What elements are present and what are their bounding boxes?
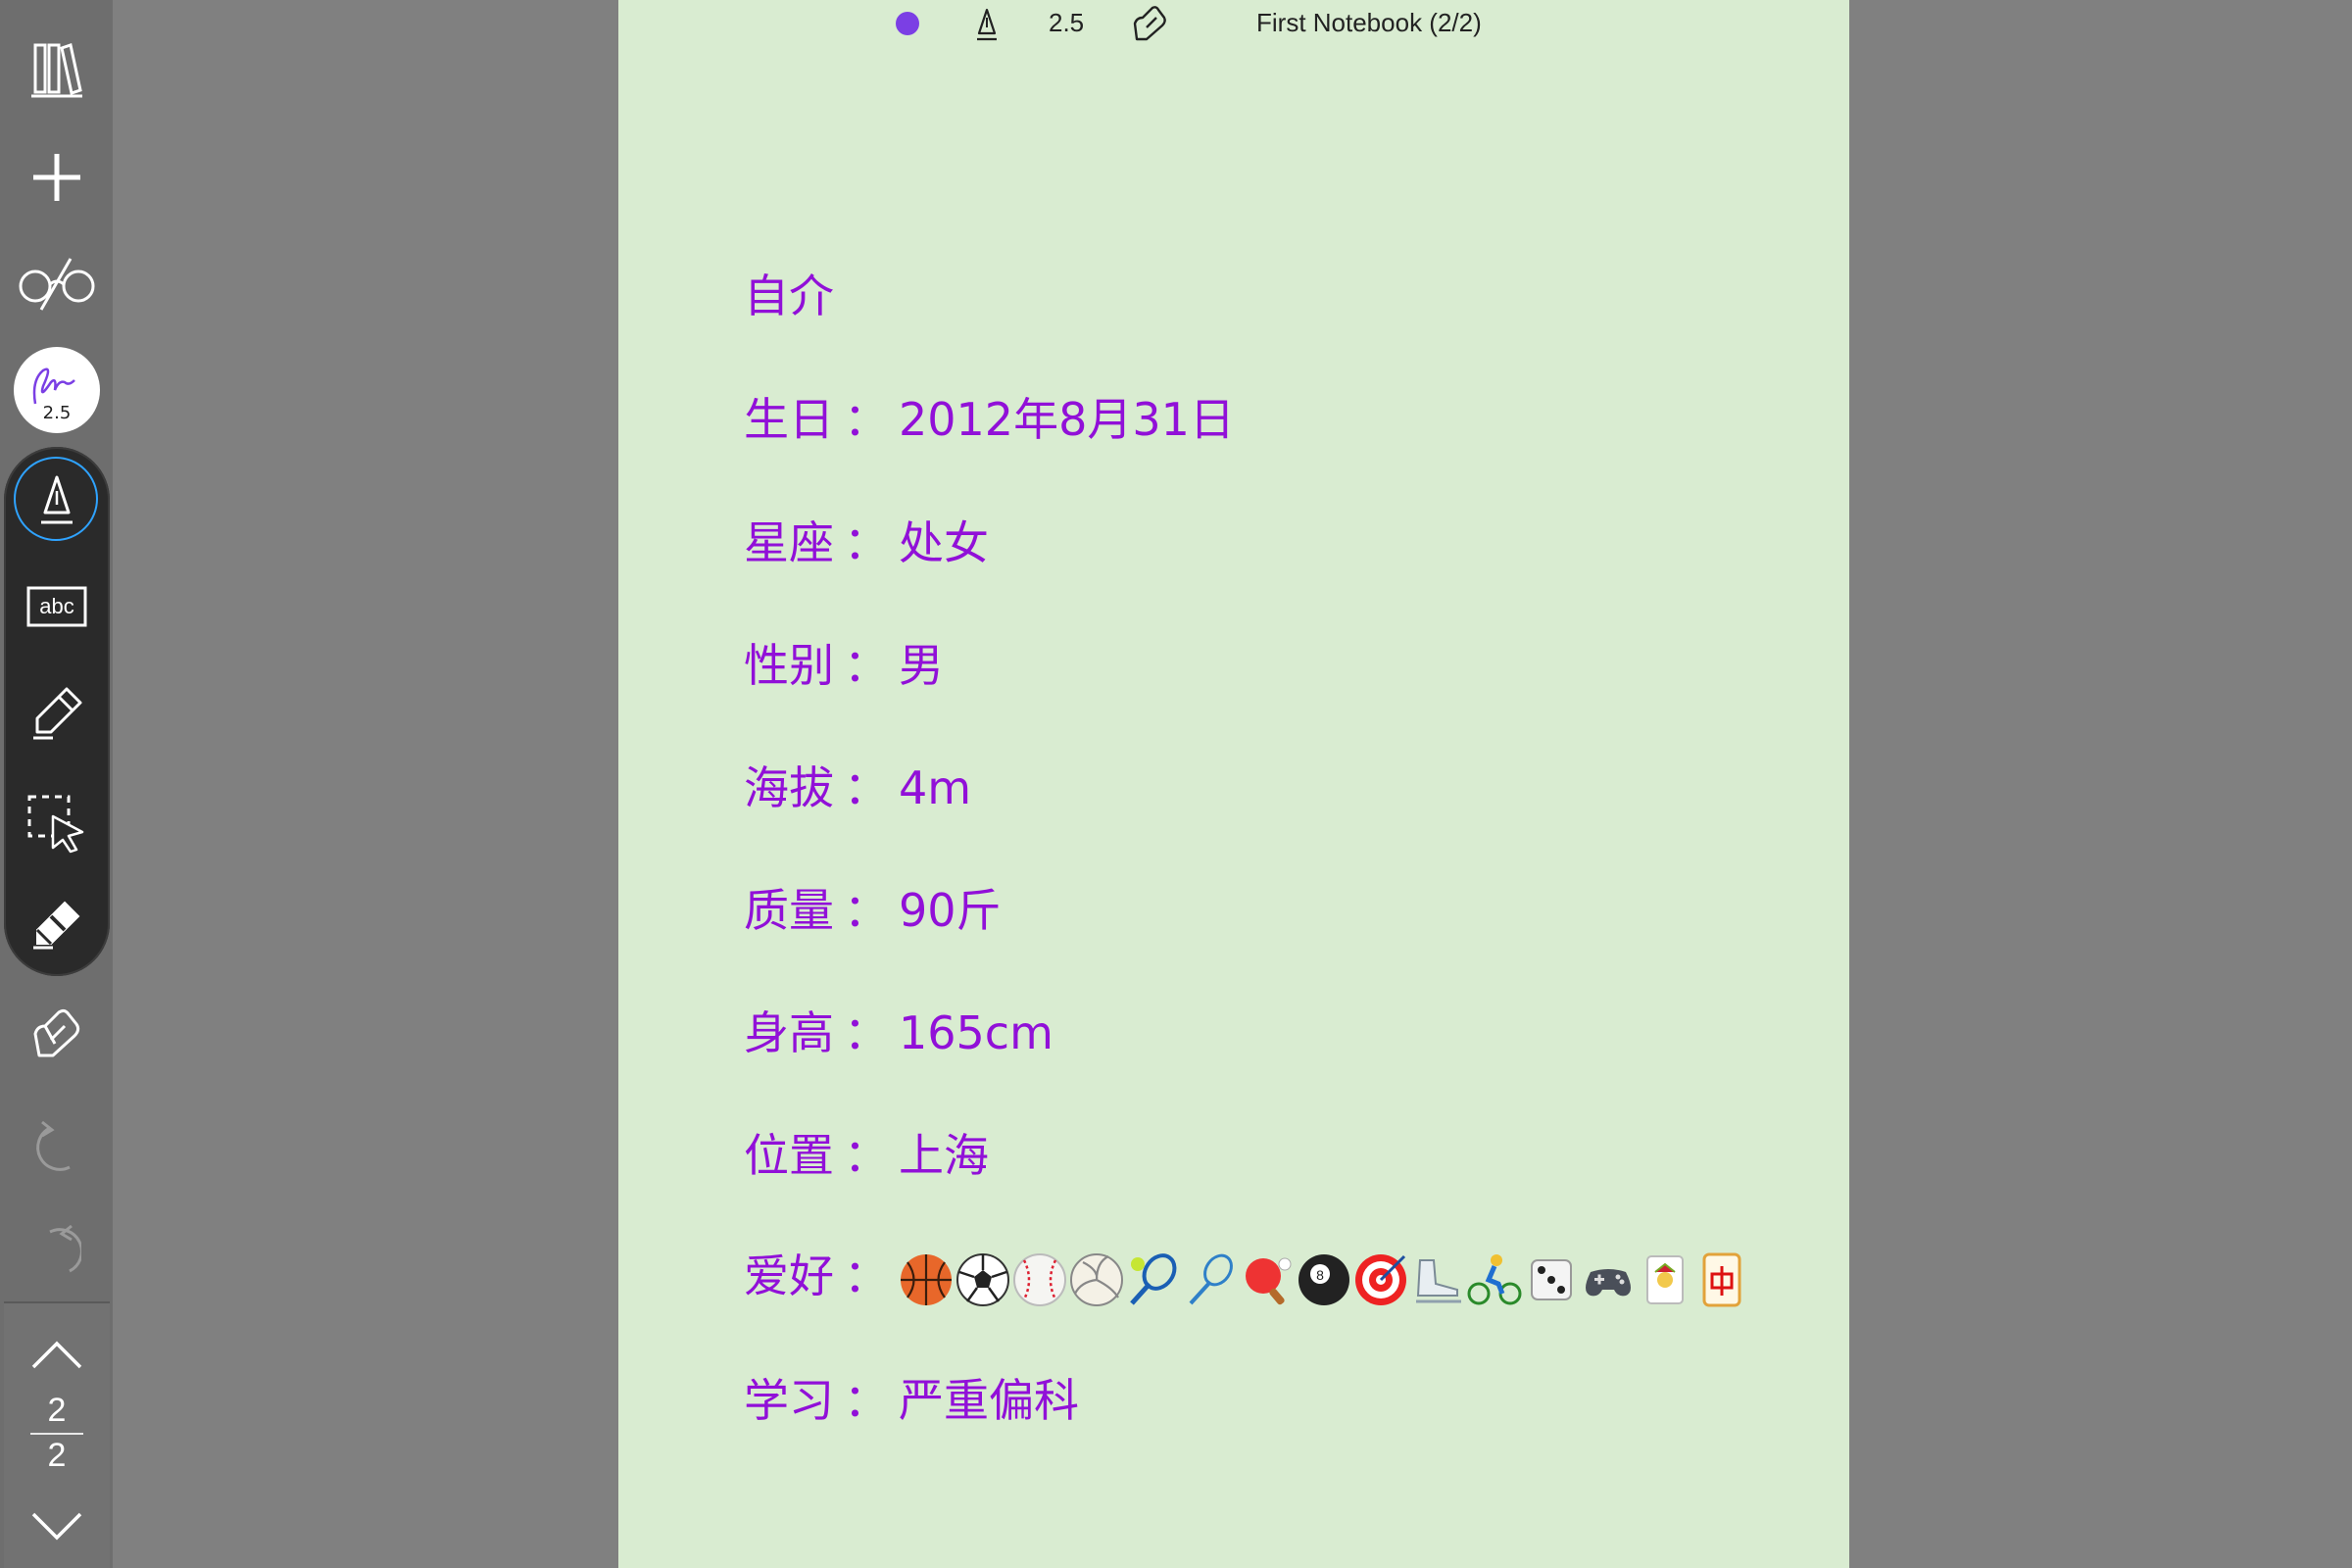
- field-label: 质量: [744, 884, 834, 937]
- pen-nib-icon: [40, 475, 73, 524]
- glasses-icon: [19, 258, 94, 311]
- tennis-icon: [1130, 1252, 1177, 1305]
- field-value: 165cm: [899, 1006, 1054, 1059]
- note-line-location: 位置：上海: [744, 1120, 989, 1185]
- soccer-ball-icon: [956, 1252, 1009, 1306]
- game-controller-icon: [1586, 1268, 1631, 1296]
- pen-preset-button[interactable]: 2.5: [14, 347, 100, 433]
- note-title: 自介: [744, 270, 834, 322]
- highlighter-tool-button[interactable]: [0, 668, 113, 757]
- text-tool-button[interactable]: abc: [0, 563, 113, 651]
- undo-icon: [35, 1120, 71, 1171]
- note-line-height: 身高： 165cm: [744, 998, 1054, 1062]
- page-navigator: 2 2: [4, 1301, 110, 1568]
- note-line-hobbies: 爱好： 8: [744, 1241, 1749, 1307]
- cyclist-icon: [1467, 1253, 1522, 1304]
- library-icon: [30, 43, 82, 98]
- text-box-icon: abc: [26, 586, 86, 627]
- previous-page-button[interactable]: [4, 1311, 110, 1399]
- field-label: 爱好: [744, 1250, 834, 1302]
- eraser-icon: [32, 901, 79, 950]
- ping-pong-icon: [1246, 1257, 1292, 1304]
- pen-tool-button[interactable]: [0, 457, 113, 545]
- field-separator: ：: [844, 393, 889, 446]
- field-label: 性别: [744, 639, 834, 692]
- hobby-emoji-row: 8: [899, 1252, 1749, 1307]
- baseball-icon: [1013, 1252, 1066, 1306]
- note-line-zodiac: 星座：处女: [744, 508, 989, 572]
- pen-size-value[interactable]: 2.5: [1049, 8, 1084, 38]
- lasso-select-button[interactable]: [0, 780, 113, 868]
- field-separator: ：: [844, 1250, 889, 1302]
- field-value: 4m: [899, 761, 972, 814]
- field-separator: ：: [844, 1129, 889, 1182]
- highlighter-icon: [32, 687, 81, 740]
- app-window: 2.5 abc 2 2 2.5 First Notebook (2/2) 自介 …: [0, 0, 2352, 1568]
- eraser-tool-button[interactable]: [0, 880, 113, 968]
- field-value: 上海: [899, 1129, 989, 1182]
- undo-button[interactable]: [0, 1102, 113, 1190]
- notebook-title: First Notebook (2/2): [1256, 8, 1482, 37]
- volleyball-icon: [1070, 1252, 1123, 1306]
- field-value: 处女: [899, 516, 989, 569]
- read-mode-button[interactable]: [0, 240, 113, 328]
- current-page-number: 2: [47, 1392, 67, 1429]
- note-line-weight: 质量： 90斤: [744, 875, 1002, 940]
- pool-8-ball-icon: 8: [1298, 1253, 1349, 1305]
- joker-card-icon: [1646, 1254, 1684, 1304]
- notebook-page[interactable]: 2.5 First Notebook (2/2) 自介 生日： 2012年8月31…: [618, 0, 1849, 1568]
- field-label: 学习: [744, 1374, 834, 1427]
- field-separator: ：: [844, 761, 889, 814]
- badminton-icon: [1189, 1253, 1233, 1304]
- hand-tool-button[interactable]: [0, 990, 113, 1078]
- ink-color-swatch[interactable]: [896, 12, 919, 35]
- note-line-birthday: 生日： 2012年8月31日: [744, 384, 1235, 449]
- field-separator: ：: [844, 516, 889, 569]
- svg-text:abc: abc: [39, 594, 74, 618]
- pen-status-bar: 2.5 First Notebook (2/2): [618, 0, 1849, 47]
- chevron-down-icon: [31, 1512, 82, 1541]
- redo-button[interactable]: [0, 1205, 113, 1294]
- finger-draw-icon: [33, 1008, 79, 1057]
- field-label: 身高: [744, 1006, 834, 1059]
- selection-cursor-icon: [27, 795, 83, 854]
- field-value: 2012年8月31日: [899, 393, 1235, 446]
- svg-text:8: 8: [1316, 1267, 1324, 1283]
- target-icon: [1355, 1253, 1406, 1305]
- field-label: 位置: [744, 1129, 834, 1182]
- note-line-gender: 性别：男: [744, 630, 944, 695]
- field-separator: ：: [844, 884, 889, 937]
- add-page-button[interactable]: [0, 133, 113, 221]
- redo-icon: [48, 1224, 81, 1273]
- pen-nib-icon[interactable]: [975, 4, 999, 43]
- pen-size-label: 2.5: [42, 403, 72, 423]
- left-toolbar: 2.5 abc 2 2: [0, 0, 113, 1568]
- library-button[interactable]: [0, 25, 113, 114]
- basketball-icon: [901, 1253, 952, 1305]
- plus-icon: [32, 154, 80, 201]
- field-label: 海拔: [744, 761, 834, 814]
- note-line-altitude: 海拔： 4m: [744, 753, 971, 817]
- next-page-button[interactable]: [4, 1482, 110, 1568]
- finger-draw-icon[interactable]: [1131, 4, 1170, 43]
- note-line-study: 学习：严重偏科: [744, 1365, 1079, 1430]
- page-fraction-divider: [30, 1433, 83, 1435]
- field-separator: ：: [844, 639, 889, 692]
- mahjong-tile-icon: [1702, 1252, 1741, 1306]
- total-page-number: 2: [47, 1437, 67, 1474]
- field-value: 男: [899, 639, 944, 692]
- field-label: 星座: [744, 516, 834, 569]
- field-value: 90斤: [899, 884, 1002, 937]
- field-separator: ：: [844, 1006, 889, 1059]
- chevron-up-icon: [31, 1341, 82, 1369]
- dice-icon: [1531, 1258, 1572, 1300]
- field-separator: ：: [844, 1374, 889, 1427]
- field-label: 生日: [744, 393, 834, 446]
- field-value: 严重偏科: [899, 1374, 1079, 1427]
- ice-skate-icon: [1416, 1258, 1461, 1302]
